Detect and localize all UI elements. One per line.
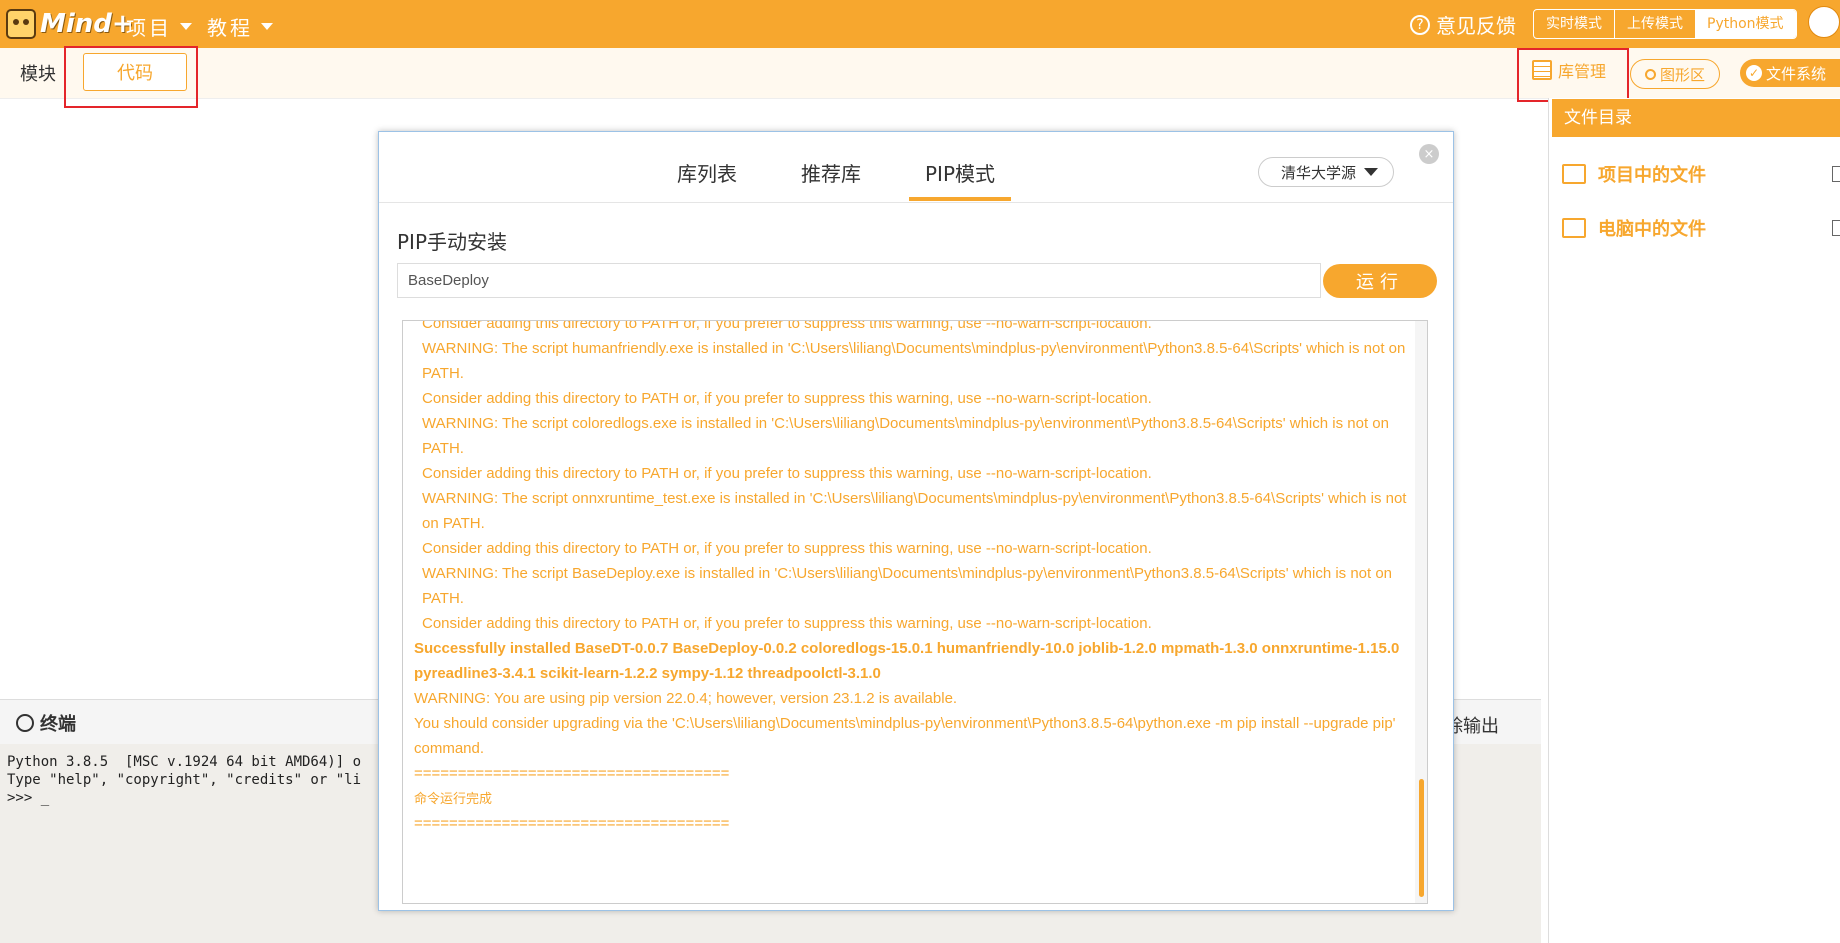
pip-manual-install-title: PIP手动安装 [397,230,508,254]
graphic-area-toggle[interactable]: 图形区 [1630,59,1720,89]
dialog-tab-bar: 库列表 推荐库 PIP模式 清华大学源 × [379,132,1453,203]
output-line: Consider adding this directory to PATH o… [422,465,1152,482]
pip-output-log[interactable]: Consider adding this directory to PATH o… [402,320,1428,904]
highlight-box-code-tab [64,46,198,108]
highlight-box-library-manager [1517,48,1629,102]
chevron-down-icon [1364,168,1379,176]
active-tab-indicator [909,197,1011,201]
pip-package-input[interactable] [397,263,1321,298]
terminal-title-label: 终端 [40,714,76,735]
output-line: WARNING: The script BaseDeploy.exe is in… [422,565,1393,607]
file-system-label: 文件系统 [1766,64,1827,83]
output-line: Consider adding this directory to PATH o… [422,390,1152,407]
computer-files-item[interactable]: 电脑中的文件 [1562,215,1706,241]
add-file-icon[interactable] [1832,166,1840,182]
robot-logo-icon [6,9,36,39]
terminal-line: Type "help", "copyright", "credits" or "… [7,772,362,788]
mode-python[interactable]: Python模式 [1695,10,1796,38]
output-line: WARNING: The script coloredlogs.exe is i… [422,415,1389,457]
project-files-label: 项目中的文件 [1598,165,1706,186]
library-manager-dialog: 库列表 推荐库 PIP模式 清华大学源 × PIP手动安装 运行 Conside… [378,131,1454,911]
run-button[interactable]: 运行 [1323,264,1437,298]
mode-switcher: 实时模式 上传模式 Python模式 [1533,9,1797,39]
output-line: Consider adding this directory to PATH o… [422,320,1152,332]
output-line: Consider adding this directory to PATH o… [422,615,1152,632]
output-line: WARNING: The script onnxruntime_test.exe… [422,490,1407,532]
computer-files-label: 电脑中的文件 [1598,219,1706,240]
mirror-source-select[interactable]: 清华大学源 [1258,157,1394,187]
tab-modules[interactable]: 模块 [20,60,56,86]
mirror-source-value: 清华大学源 [1281,163,1357,182]
output-line: ==================================== [414,765,730,782]
app-logo[interactable]: Mind+ [6,6,134,42]
file-directory-title: 文件目录 [1552,99,1840,137]
top-bar: Mind+ 项目 教程 ? 意见反馈 实时模式 上传模式 Python模式 [0,0,1840,48]
output-line: WARNING: The script humanfriendly.exe is… [422,340,1406,382]
terminal-icon [16,714,34,732]
help-circle-icon: ? [1410,14,1430,35]
logo-text: Mind+ [40,9,134,39]
menu-tutorial-label: 教程 [207,16,253,40]
output-line: Successfully installed BaseDT-0.0.7 Base… [414,640,1400,682]
terminal-line: >>> _ [7,790,50,806]
output-line: Consider adding this directory to PATH o… [422,540,1152,557]
check-circle-icon: ✓ [1746,65,1762,81]
user-avatar[interactable] [1808,6,1840,38]
feedback-button[interactable]: ? 意见反馈 [1410,10,1516,39]
radio-dot-icon [1644,68,1656,80]
terminal-title: 终端 [16,710,76,736]
scrollbar-thumb[interactable] [1419,779,1424,897]
tab-pip-mode[interactable]: PIP模式 [925,158,995,187]
monitor-icon [1562,218,1586,238]
pip-output-lines: Consider adding this directory to PATH o… [414,320,1409,836]
menu-project[interactable]: 项目 [126,12,192,41]
output-line: 命令运行完成 [414,791,493,806]
mode-realtime[interactable]: 实时模式 [1534,10,1614,38]
close-icon[interactable]: × [1419,144,1439,164]
add-file-icon[interactable] [1832,220,1840,236]
mode-upload[interactable]: 上传模式 [1614,10,1695,38]
terminal-line: Python 3.8.5 [MSC v.1924 64 bit AMD64)] … [7,754,362,770]
output-line: WARNING: You are using pip version 22.0.… [414,690,958,707]
chevron-down-icon [261,23,273,30]
project-files-item[interactable]: 项目中的文件 [1562,161,1706,187]
chevron-down-icon [180,23,192,30]
tab-recommended[interactable]: 推荐库 [801,158,861,187]
tab-library-list[interactable]: 库列表 [677,158,737,187]
list-icon [1562,164,1586,184]
menu-project-label: 项目 [126,16,172,40]
output-line: You should consider upgrading via the 'C… [414,715,1396,757]
output-line: ==================================== [414,815,730,832]
feedback-label: 意见反馈 [1436,14,1516,38]
file-system-toggle[interactable]: ✓ 文件系统 [1740,59,1840,87]
menu-tutorial[interactable]: 教程 [207,12,273,41]
graphic-area-label: 图形区 [1659,65,1705,84]
